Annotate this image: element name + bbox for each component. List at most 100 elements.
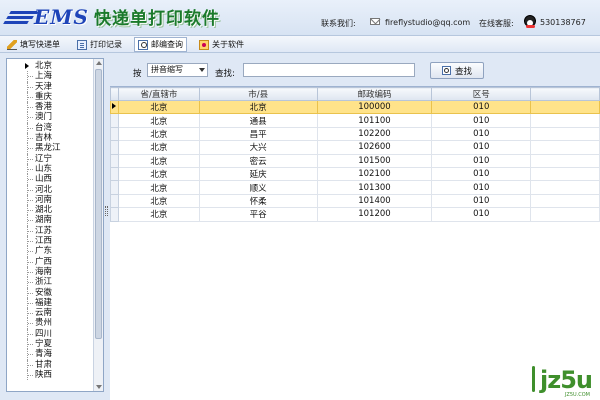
table-row[interactable]: 北京 通县 101100 010	[110, 113, 600, 128]
row-header[interactable]	[110, 193, 119, 209]
province-item[interactable]: 河北	[7, 184, 93, 195]
table-cell[interactable]: 010	[431, 99, 532, 115]
table-cell[interactable]: 北京	[117, 166, 200, 182]
tab-print-history[interactable]: 打印记录	[74, 37, 125, 52]
province-item[interactable]: 青海	[7, 349, 93, 360]
table-cell[interactable]: 100000	[316, 99, 433, 115]
scroll-down-arrow-icon[interactable]	[96, 385, 102, 389]
province-item[interactable]: 海南	[7, 266, 93, 278]
table-cell[interactable]: 010	[431, 193, 532, 209]
table-row[interactable]: 北京 北京 100000 010	[110, 99, 600, 115]
table-row[interactable]: 北京 顺义 101300 010	[110, 180, 600, 195]
province-tree[interactable]: 北京 上海 天津 重庆 香港 澳门 台湾 吉林 黑龙江 辽宁 山东 山西 河北 河南 湖北 湖南 江苏 江西 广东广…	[6, 58, 104, 392]
table-row[interactable]: 北京 平谷 101200 010	[110, 207, 600, 222]
table-cell[interactable]: 大兴	[198, 140, 318, 155]
tab-fill-waybill[interactable]: 填写快递单	[4, 37, 63, 52]
table-cell[interactable]: 010	[431, 166, 532, 182]
row-header[interactable]	[110, 207, 119, 222]
province-item[interactable]: 贵州	[7, 318, 93, 329]
table-cell[interactable]: 北京	[117, 126, 200, 142]
province-item[interactable]: 广东	[7, 246, 93, 257]
tab-about[interactable]: 关于软件	[196, 37, 247, 52]
table-cell[interactable]: 010	[431, 140, 532, 155]
table-cell[interactable]: 101400	[316, 193, 433, 209]
row-header[interactable]	[110, 99, 119, 115]
column-header-postcode[interactable]: 邮政编码	[316, 87, 433, 101]
province-item[interactable]: 浙江	[7, 277, 93, 288]
table-cell[interactable]: 010	[431, 180, 532, 195]
province-item[interactable]: 湖南	[7, 215, 93, 226]
table-cell[interactable]: 昌平	[198, 126, 318, 142]
province-item[interactable]: 甘肃	[7, 359, 93, 370]
table-cell[interactable]: 101500	[316, 153, 433, 168]
province-item[interactable]: 河南	[7, 194, 93, 206]
table-cell[interactable]: 北京	[117, 207, 200, 222]
row-header[interactable]	[110, 113, 119, 128]
table-cell[interactable]: 密云	[198, 153, 318, 168]
table-cell[interactable]: 北京	[117, 113, 200, 128]
scroll-up-arrow-icon[interactable]	[96, 61, 102, 65]
province-item[interactable]: 吉林	[7, 133, 93, 144]
province-item[interactable]: 山西	[7, 174, 93, 185]
table-cell[interactable]: 101300	[316, 180, 433, 195]
table-cell[interactable]: 北京	[117, 180, 200, 195]
province-item[interactable]: 香港	[7, 102, 93, 113]
column-header-city[interactable]: 市/县	[198, 87, 318, 101]
contact-email[interactable]: fireflystudio@qq.com	[385, 18, 470, 27]
table-cell[interactable]: 102600	[316, 140, 433, 155]
table-cell[interactable]: 怀柔	[198, 193, 318, 209]
column-header-area-code[interactable]: 区号	[431, 87, 532, 101]
tab-postcode-lookup[interactable]: 邮编查询	[134, 37, 187, 52]
province-item[interactable]: 山东	[7, 163, 93, 175]
table-cell[interactable]: 102100	[316, 166, 433, 182]
table-row[interactable]: 北京 大兴 102600 010	[110, 140, 600, 155]
table-cell[interactable]: 北京	[198, 99, 318, 115]
province-item[interactable]: 台湾	[7, 122, 93, 134]
table-row[interactable]: 北京 昌平 102200 010	[110, 126, 600, 142]
table-cell[interactable]: 顺义	[198, 180, 318, 195]
table-cell[interactable]: 101100	[316, 113, 433, 128]
province-item[interactable]: 重庆	[7, 91, 93, 103]
column-header-province[interactable]: 省/直辖市	[117, 87, 200, 101]
table-cell[interactable]: 010	[431, 113, 532, 128]
row-header[interactable]	[110, 153, 119, 168]
province-item[interactable]: 黑龙江	[7, 143, 93, 154]
province-item[interactable]: 广西	[7, 256, 93, 267]
table-row[interactable]: 北京 延庆 102100 010	[110, 166, 600, 182]
province-item[interactable]: 福建	[7, 297, 93, 309]
find-button[interactable]: 查找	[430, 62, 484, 79]
table-cell[interactable]: 010	[431, 207, 532, 222]
table-cell[interactable]: 102200	[316, 126, 433, 142]
province-item[interactable]: 四川	[7, 328, 93, 340]
province-item[interactable]: 湖北	[7, 205, 93, 216]
row-header[interactable]	[110, 180, 119, 195]
province-item[interactable]: 陕西	[7, 369, 93, 381]
qq-number[interactable]: 530138767	[540, 18, 586, 27]
row-header[interactable]	[110, 126, 119, 142]
table-row[interactable]: 北京 密云 101500 010	[110, 153, 600, 168]
table-cell[interactable]: 101200	[316, 207, 433, 222]
row-header[interactable]	[110, 140, 119, 155]
table-cell[interactable]: 平谷	[198, 207, 318, 222]
province-item[interactable]: 江西	[7, 236, 93, 247]
province-scrollbar[interactable]	[93, 59, 103, 391]
province-item[interactable]: 上海	[7, 71, 93, 82]
province-item[interactable]: 江苏	[7, 225, 93, 237]
province-item[interactable]: 宁夏	[7, 339, 93, 350]
row-header[interactable]	[110, 166, 119, 182]
splitter-grip-icon[interactable]	[105, 206, 108, 216]
table-cell[interactable]: 北京	[117, 99, 200, 115]
search-mode-select[interactable]: 拼音缩写	[147, 63, 208, 77]
province-item[interactable]: 辽宁	[7, 153, 93, 164]
table-cell[interactable]: 010	[431, 126, 532, 142]
table-cell[interactable]: 010	[431, 153, 532, 168]
province-item[interactable]: 天津	[7, 81, 93, 92]
search-input[interactable]	[243, 63, 415, 77]
qq-penguin-icon[interactable]	[524, 15, 536, 28]
table-cell[interactable]: 北京	[117, 153, 200, 168]
table-cell[interactable]: 北京	[117, 193, 200, 209]
table-cell[interactable]: 通县	[198, 113, 318, 128]
province-item[interactable]: 澳门	[7, 112, 93, 123]
province-item[interactable]: 北京	[7, 61, 93, 71]
table-row[interactable]: 北京 怀柔 101400 010	[110, 193, 600, 209]
